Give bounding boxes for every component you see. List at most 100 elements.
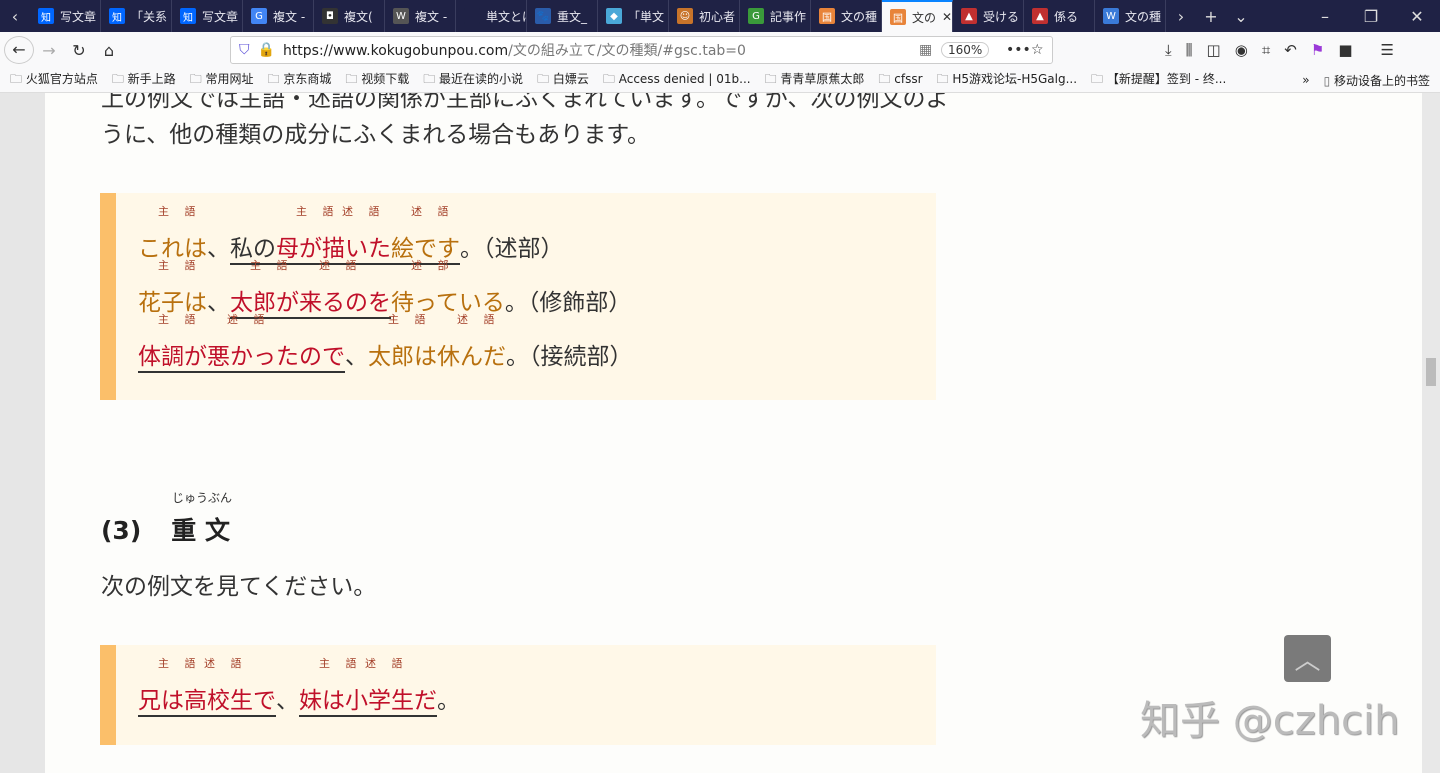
tab-favicon-icon: ◘ [322,8,338,24]
bookmark-item[interactable]: 🗀 【新提醒】签到 - 终... [1091,70,1226,91]
forward-icon[interactable]: → [34,41,64,60]
tab-title: 複文 - [415,9,448,24]
page-gutter [0,93,45,773]
tab-7[interactable]: 🐾 重文_ [527,0,598,32]
underlined-group: 小学生だ 述 語 [345,657,437,717]
tab-11[interactable]: 国文の種 [811,0,882,32]
shield-icon[interactable]: ⛉ [239,42,250,58]
page-actions-icon[interactable]: ••• [1006,42,1031,58]
grammar-label: 述 語 [342,205,386,218]
tab-10[interactable]: G 記事作 [740,0,811,32]
bookmark-item[interactable]: 🗀 H5游戏论坛-H5Galg... [937,70,1078,91]
home-icon[interactable]: ⌂ [94,41,124,60]
extension-badge-icon[interactable]: ⚑ [1311,41,1324,59]
grammar-label: 主 語 [388,313,432,326]
library-icon[interactable]: ⫼ [1186,41,1193,59]
bookmark-item[interactable]: 🗀 视频下载 [345,70,409,91]
tab-title: 重文_ [557,9,588,24]
bookmark-item[interactable]: 🗀 白嫖云 [537,70,589,91]
back-to-top-button[interactable]: ︿ [1284,635,1331,682]
tab-15[interactable]: W 文の種 [1095,0,1166,32]
scrollbar-thumb[interactable] [1426,358,1436,386]
reload-icon[interactable]: ↻ [64,41,94,60]
sentence-segment: 小学生だ 述 語 [345,657,437,715]
tab-title: 文の種 [841,9,878,24]
bookmark-item[interactable]: 🗀 cfssr [878,70,922,91]
bookmark-icon: 🗀 [345,71,362,86]
tab-0[interactable]: 知写文章 [30,0,101,32]
tab-title: 複文 - [273,9,306,24]
tab-5[interactable]: W 複文 - [385,0,456,32]
bookmark-item[interactable]: 🗀 最近在读的小说 [423,70,523,91]
tab-favicon-icon: 🐾 [535,8,551,24]
bookmark-item[interactable]: 🗀 京东商城 [268,70,332,91]
bookmark-item[interactable]: 🗀 常用网址 [190,70,254,91]
tab-8[interactable]: ◆ 「単文 [598,0,669,32]
grammar-label: 述 語 [365,657,409,670]
tab-4[interactable]: ◘ 複文( [314,0,385,32]
tab-favicon-icon: 知 [109,8,125,24]
tab-6[interactable]: 単文とは [456,0,527,32]
url-text: https://www.kokugobunpou.com/文の組み立て/文の種類… [282,43,746,59]
bookmark-icon: 🗀 [189,71,206,86]
sentence-segment: 、 [207,229,230,263]
tab-12[interactable]: 国文の ✕ [882,0,953,32]
close-window-icon[interactable]: ✕ [1394,7,1440,26]
bookmark-icon: 🗀 [537,71,553,86]
tab-9[interactable]: ☺ 初心者 [669,0,740,32]
url-bar[interactable]: ⛉ 🔒 https://www.kokugobunpou.com/文の組み立て/… [230,36,1053,64]
tab-title: 「关系 [131,9,168,24]
bookmark-star-icon[interactable]: ☆ [1031,42,1044,58]
restore-icon[interactable]: ❐ [1348,7,1394,26]
sentence-segment: 休んだ 述 語 [437,313,506,371]
bookmark-item[interactable]: 🗀 火狐官方站点 [10,70,98,91]
segment-text: 悪かったので [207,344,345,370]
menu-icon[interactable]: ☰ [1381,41,1394,59]
bookmarks-overflow-icon[interactable]: » [1302,73,1309,87]
tab-list-chevron-icon[interactable]: ⌄ [1226,7,1256,26]
account-icon[interactable]: ◉ [1235,41,1248,59]
bookmark-icon: 🗀 [1091,71,1107,86]
tab-favicon-icon: 国 [819,8,835,24]
sentence-segment: 。（述部） [460,229,564,263]
tab-2[interactable]: 知写文章 [172,0,243,32]
sentence-segment: 来るのを 述 語 [299,259,391,317]
tab-3[interactable]: G 複文 - [243,0,314,32]
chevron-up-icon: ︿ [1294,646,1321,676]
new-tab-icon[interactable]: + [1196,7,1226,26]
bookmark-item[interactable]: ▯ 移动设备上的书签 [1324,72,1430,89]
lock-icon[interactable]: 🔒 [258,42,275,58]
grammar-label: 述 語 [204,657,248,670]
back-icon[interactable]: ← [4,36,34,64]
segment-text: 小学生だ [345,688,437,714]
tab-13[interactable]: ▲ 受ける [953,0,1024,32]
zoom-level[interactable]: 160% [941,42,990,58]
qr-code-icon[interactable]: ▦ [919,42,932,58]
section-heading: (3) 重 文 [101,516,230,545]
tab-list: 知写文章知「关系知写文章G複文 -◘複文(W複文 -単文とは🐾重文_◆「単文☺初… [30,0,1166,32]
scroll-tabs-right-icon[interactable]: › [1166,7,1196,26]
example-sentence: 兄は主 語 高校生で述 語 、 妹は主 語 小学生だ述 語 。 [138,657,460,717]
bookmark-label: 白嫖云 [552,71,589,86]
tab-1[interactable]: 知「关系 [101,0,172,32]
tab-14[interactable]: ▲ 係る [1024,0,1095,32]
bookmark-item[interactable]: 🗀 新手上路 [112,70,176,91]
extension-icon[interactable]: ■ [1338,41,1352,59]
minimize-icon[interactable]: – [1302,7,1348,26]
screenshot-crop-icon[interactable]: ⌗ [1262,41,1270,59]
scroll-tabs-left-icon[interactable]: ‹ [0,7,30,26]
tab-title: 複文( [344,9,373,24]
undo-icon[interactable]: ↶ [1284,41,1297,59]
download-icon[interactable]: ⤓ [1165,41,1172,59]
tab-favicon-icon: W [393,8,409,24]
bookmark-item[interactable]: 🗀 青青草原蕉太郎 [765,70,865,91]
sidebar-icon[interactable]: ◫ [1207,41,1221,59]
sentence-segment: 悪かったので 述 語 [207,313,345,371]
grammar-label: 主 語 [319,657,363,670]
scrollbar[interactable] [1422,93,1440,773]
close-tab-icon[interactable]: ✕ [942,10,952,24]
tab-favicon-icon: ▲ [1032,8,1048,24]
tab-favicon-icon: 知 [180,8,196,24]
bookmark-item[interactable]: 🗀 Access denied | 01b... [603,70,751,91]
bookmark-icon: 🗀 [10,71,26,86]
